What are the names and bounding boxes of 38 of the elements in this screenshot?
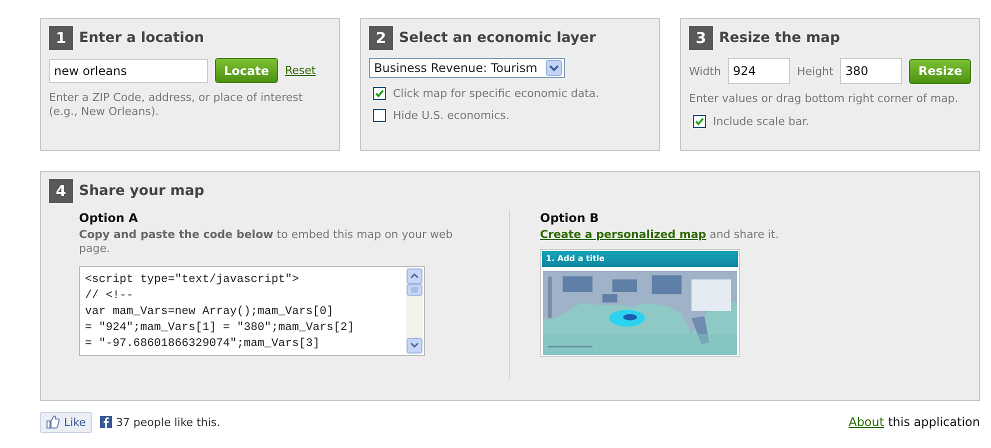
width-label: Width: [689, 64, 721, 78]
checkbox-label: Click map for specific economic data.: [393, 87, 600, 100]
checkbox-label: Include scale bar.: [713, 115, 810, 128]
panel-title: Enter a location: [79, 30, 204, 46]
checkbox-label: Hide U.S. economics.: [393, 109, 510, 122]
checkbox[interactable]: [693, 115, 706, 128]
about-text: this application: [888, 415, 980, 429]
resize-hint: Enter values or drag bottom right corner of map.: [689, 92, 960, 106]
location-hint: Enter a ZIP Code, address, or place of interest (e.g., New Orleans).: [49, 91, 304, 119]
step-number: 4: [49, 179, 73, 203]
facebook-icon: [100, 416, 112, 428]
thumbs-up-icon: [46, 415, 60, 429]
share-text: and share it.: [710, 228, 779, 241]
panel-title: Share your map: [79, 183, 204, 199]
option-heading: Option B: [540, 211, 600, 225]
height-label: Height: [796, 64, 834, 78]
checkbox[interactable]: [373, 109, 386, 122]
option-heading: Option A: [79, 211, 139, 225]
layer-dropdown[interactable]: Business Revenue: Tourism: [369, 58, 565, 78]
panel-title: Resize the map: [719, 30, 840, 46]
about-link[interactable]: About: [848, 415, 884, 429]
step-number: 3: [689, 26, 713, 50]
option-description: Copy and paste the code below to embed this map on your web page.: [79, 228, 454, 256]
reset-link[interactable]: Reset: [284, 64, 316, 77]
step-number: 2: [369, 26, 393, 50]
like-count: 37 people like this.: [116, 416, 220, 428]
height-field[interactable]: 380: [840, 58, 902, 84]
create-map-link[interactable]: Create a personalized map: [540, 228, 706, 241]
preview-title: 1. Add a title: [542, 251, 738, 267]
location-field[interactable]: new orleans: [49, 58, 208, 82]
embed-code-field[interactable]: <script type="text/javascript"> // <!-- var mam_Vars=new Array();mam_Vars[0] = "924";mam_Vars[1] = "380";mam_Vars[2] = "-97.68601866329074";mam_Vars[3]: [79, 266, 425, 356]
like-button[interactable]: Like: [40, 412, 92, 432]
step-number: 1: [49, 26, 73, 50]
panel-title: Select an economic layer: [399, 30, 596, 46]
checkbox[interactable]: [373, 87, 386, 100]
width-field[interactable]: 924: [728, 58, 790, 84]
scrollbar-drawing[interactable]: [406, 268, 423, 354]
map-preview[interactable]: 1. Add a title: [540, 249, 740, 357]
